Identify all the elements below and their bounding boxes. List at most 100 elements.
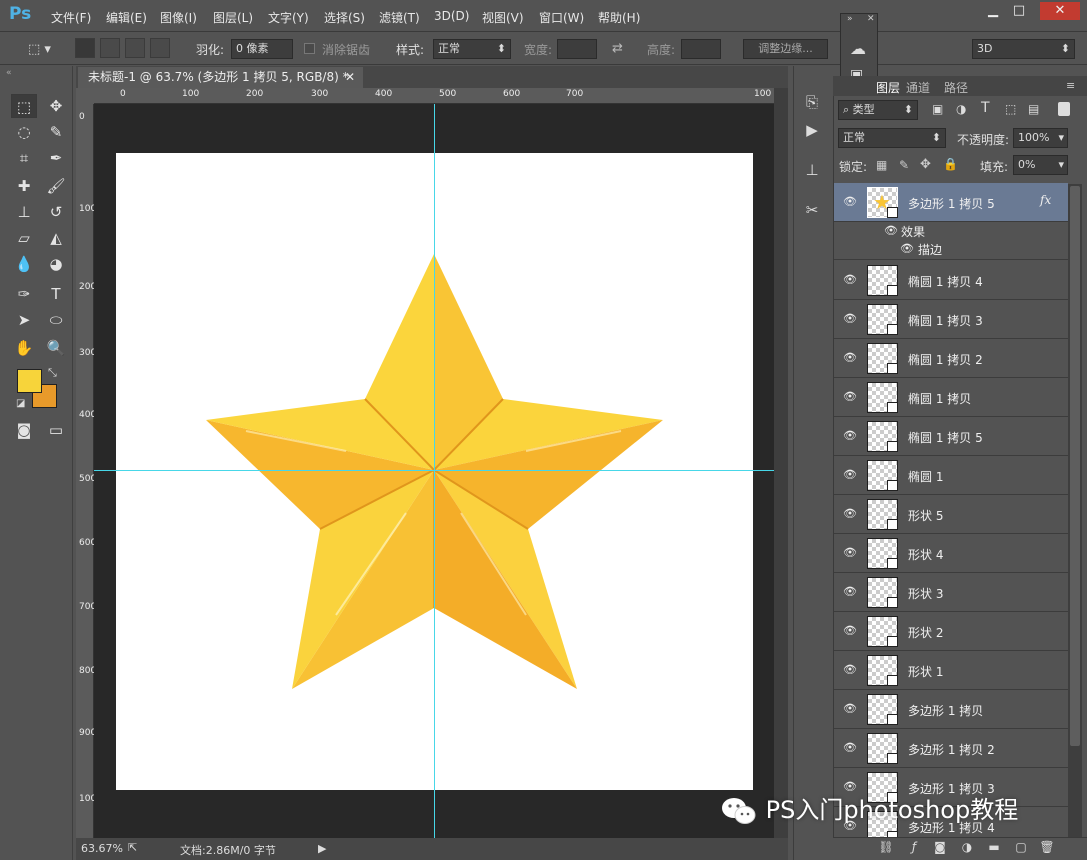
intersect-selection-icon[interactable]: [150, 38, 170, 58]
horizontal-guide[interactable]: [94, 470, 774, 471]
visibility-eye-icon[interactable]: 👁: [842, 585, 858, 599]
close-button[interactable]: ✕: [1040, 2, 1080, 20]
width-input[interactable]: [557, 39, 597, 59]
zoom-tool-icon[interactable]: 🔍: [43, 336, 69, 360]
visibility-eye-icon[interactable]: 👁: [842, 273, 858, 287]
fx-icon[interactable]: fx: [1040, 193, 1051, 207]
history-panel-icon[interactable]: ⎘: [800, 90, 824, 114]
filter-pixel-icon[interactable]: ▣: [932, 102, 943, 116]
swap-colors-icon[interactable]: ⤡: [48, 366, 57, 380]
add-style-icon[interactable]: ƒ: [905, 840, 923, 856]
effects-label[interactable]: 效果: [901, 223, 925, 240]
new-selection-icon[interactable]: [75, 38, 95, 58]
lock-position-icon[interactable]: ✥: [920, 157, 931, 172]
actions-panel-icon[interactable]: ▶: [800, 118, 824, 142]
layer-row[interactable]: 👁 多边形 1 拷贝 2: [834, 729, 1068, 768]
layer-row[interactable]: 👁 多边形 1 拷贝: [834, 690, 1068, 729]
clone-source-panel-icon[interactable]: ⊥: [800, 158, 824, 182]
visibility-eye-icon[interactable]: 👁: [842, 390, 858, 404]
height-input[interactable]: [681, 39, 721, 59]
visibility-eye-icon[interactable]: 👁: [842, 312, 858, 326]
subtract-selection-icon[interactable]: [125, 38, 145, 58]
visibility-eye-icon[interactable]: 👁: [842, 663, 858, 677]
panel-menu-icon[interactable]: ≡: [1066, 79, 1075, 92]
menu-image[interactable]: 图像(I): [160, 9, 197, 26]
ellipse-tool-icon[interactable]: ⬭: [43, 308, 69, 332]
workspace-select[interactable]: 3D ⬍: [972, 39, 1075, 59]
vertical-guide[interactable]: [434, 104, 435, 838]
menu-3d[interactable]: 3D(D): [434, 9, 469, 23]
screen-mode-icon[interactable]: ▭: [43, 418, 69, 442]
crop-tool-icon[interactable]: ⌗: [11, 146, 37, 170]
visibility-eye-icon[interactable]: 👁: [842, 624, 858, 638]
path-select-tool-icon[interactable]: ➤: [11, 308, 37, 332]
menu-select[interactable]: 选择(S): [324, 9, 365, 26]
lasso-tool-icon[interactable]: ◌: [11, 120, 37, 144]
layer-row[interactable]: 👁 椭圆 1: [834, 456, 1068, 495]
canvas-scrollbar[interactable]: [774, 88, 788, 838]
layer-row[interactable]: 👁 形状 3: [834, 573, 1068, 612]
creative-cloud-icon[interactable]: ☁: [850, 39, 866, 58]
menu-layer[interactable]: 图层(L): [213, 9, 253, 26]
filter-shape-icon[interactable]: ⬚: [1005, 102, 1016, 116]
bucket-tool-icon[interactable]: ◭: [43, 226, 69, 250]
pen-tool-icon[interactable]: ✑: [11, 282, 37, 306]
style-select[interactable]: 正常 ⬍: [433, 39, 511, 59]
menu-view[interactable]: 视图(V): [482, 9, 524, 26]
layers-scroll-thumb[interactable]: [1070, 186, 1080, 746]
new-group-icon[interactable]: ▬: [985, 840, 1003, 856]
filter-toggle-icon[interactable]: [1058, 102, 1070, 116]
default-colors-icon[interactable]: ◪: [16, 398, 25, 409]
visibility-eye-icon[interactable]: 👁: [842, 351, 858, 365]
layer-filter-select[interactable]: ⌕ 类型 ⬍: [838, 100, 918, 120]
layer-row[interactable]: 👁 形状 1: [834, 651, 1068, 690]
blur-tool-icon[interactable]: 💧: [11, 252, 37, 276]
tab-channels[interactable]: 通道: [906, 79, 930, 96]
zoom-level[interactable]: 63.67%: [81, 842, 123, 855]
stroke-effect-label[interactable]: 描边: [918, 241, 942, 258]
tool-presets-panel-icon[interactable]: ✂: [800, 198, 824, 222]
hand-tool-icon[interactable]: ✋: [11, 336, 37, 360]
menu-filter[interactable]: 滤镜(T): [379, 9, 420, 26]
feather-input[interactable]: 0 像素: [231, 39, 293, 59]
new-adjustment-icon[interactable]: ◑: [958, 840, 976, 856]
opacity-input[interactable]: 100% ▾: [1013, 128, 1068, 148]
brush-tool-icon[interactable]: 🖌: [43, 174, 69, 198]
history-brush-tool-icon[interactable]: ↺: [43, 200, 69, 224]
menu-window[interactable]: 窗口(W): [539, 9, 584, 26]
lock-transparency-icon[interactable]: ▦: [876, 158, 887, 172]
delete-layer-icon[interactable]: 🗑: [1038, 840, 1056, 856]
move-tool-icon[interactable]: ✥: [43, 94, 69, 118]
marquee-tool-icon[interactable]: ⬚: [11, 94, 37, 118]
layer-row[interactable]: 👁 形状 2: [834, 612, 1068, 651]
filter-smart-object-icon[interactable]: ▤: [1028, 102, 1039, 116]
collapse-tools-icon[interactable]: «: [6, 68, 12, 78]
layer-row-selected[interactable]: 👁 ★ 多边形 1 拷贝 5 fx: [834, 183, 1068, 222]
blend-mode-select[interactable]: 正常 ⬍: [838, 128, 946, 148]
refine-edge-button[interactable]: 调整边缘...: [743, 39, 828, 59]
visibility-eye-icon[interactable]: 👁: [842, 546, 858, 560]
visibility-eye-icon[interactable]: 👁: [842, 429, 858, 443]
eyedropper-tool-icon[interactable]: ✒: [43, 146, 69, 170]
menu-help[interactable]: 帮助(H): [598, 9, 640, 26]
add-mask-icon[interactable]: ◙: [931, 840, 949, 856]
layer-row[interactable]: 👁 椭圆 1 拷贝 3: [834, 300, 1068, 339]
maximize-button[interactable]: □: [1004, 2, 1034, 20]
lock-pixels-icon[interactable]: ✎: [899, 158, 909, 172]
stroke-eye-icon[interactable]: 👁: [900, 242, 914, 255]
filter-adjustment-icon[interactable]: ◑: [956, 102, 966, 116]
visibility-eye-icon[interactable]: 👁: [842, 507, 858, 521]
tab-layers[interactable]: 图层: [876, 79, 900, 96]
visibility-eye-icon[interactable]: 👁: [842, 468, 858, 482]
healing-tool-icon[interactable]: ✚: [11, 174, 37, 198]
quick-mask-icon[interactable]: ◙: [11, 418, 37, 442]
foreground-color-swatch[interactable]: [17, 369, 42, 393]
close-tab-icon[interactable]: ✕: [345, 67, 355, 87]
visibility-eye-icon[interactable]: 👁: [842, 195, 858, 209]
layer-row[interactable]: 👁 椭圆 1 拷贝 5: [834, 417, 1068, 456]
fill-input[interactable]: 0% ▾: [1013, 155, 1068, 175]
layer-row[interactable]: 👁 椭圆 1 拷贝 4: [834, 261, 1068, 300]
menu-file[interactable]: 文件(F): [51, 9, 91, 26]
dodge-tool-icon[interactable]: ◕: [43, 252, 69, 276]
stamp-tool-icon[interactable]: ⊥: [11, 200, 37, 224]
